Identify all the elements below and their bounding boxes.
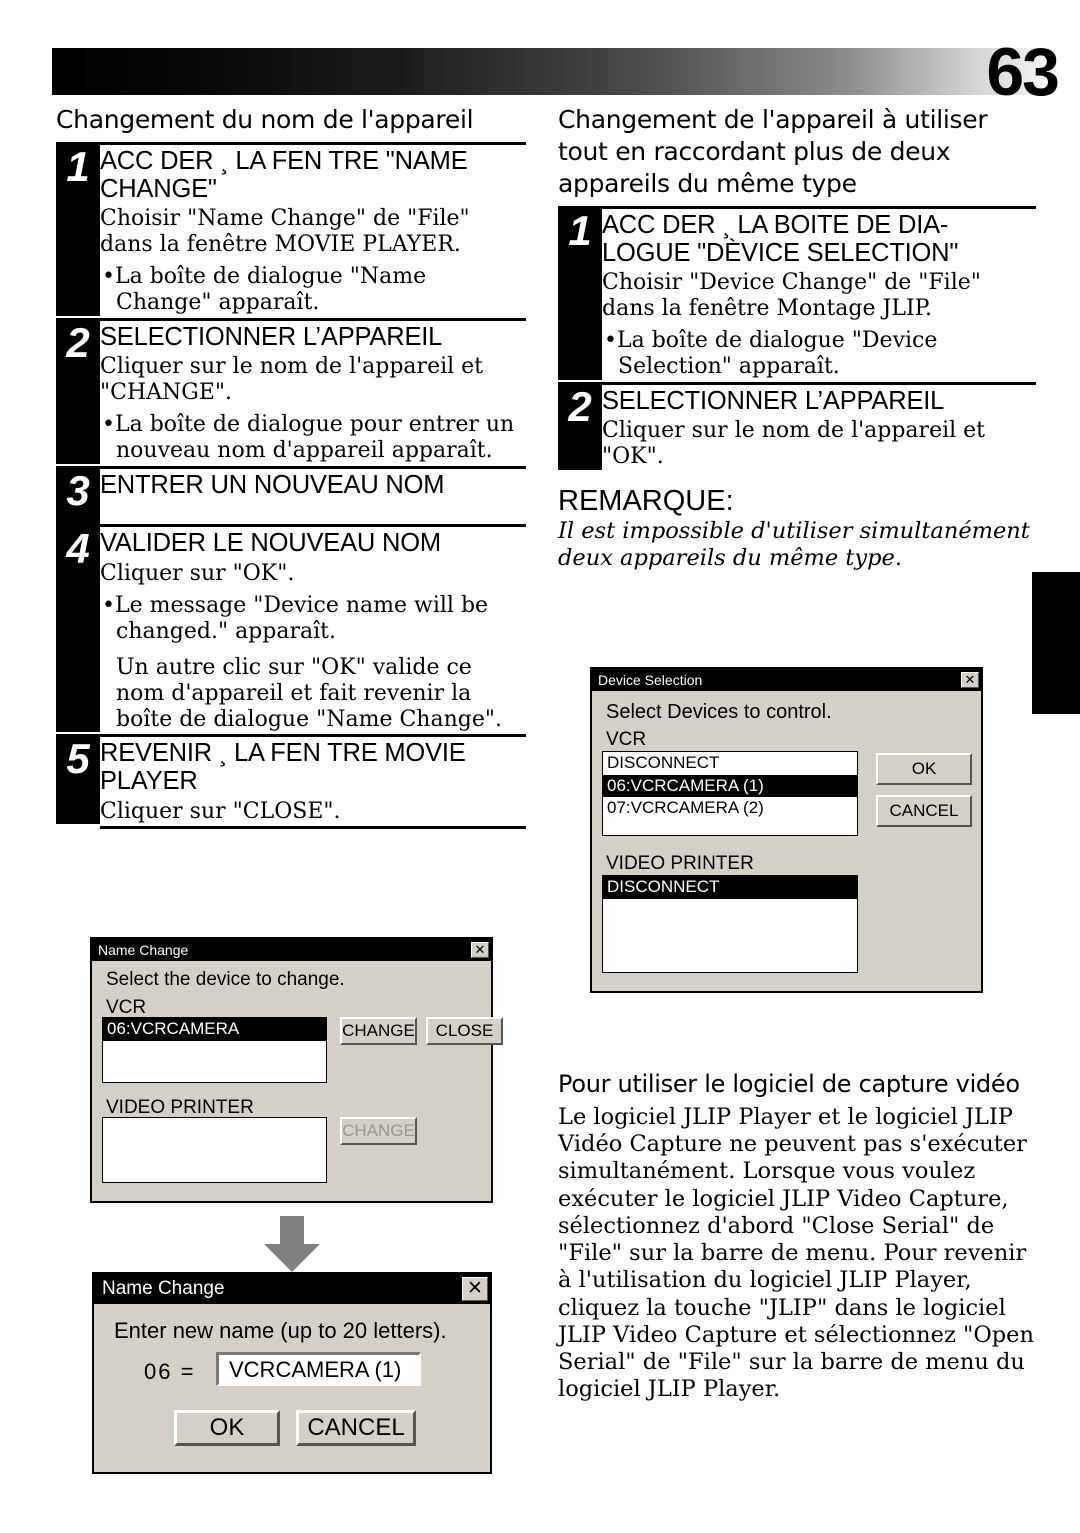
dialog-titlebar[interactable]: Device Selection ✕: [592, 669, 981, 691]
capture-text: Le logiciel JLIP Player et le logiciel J…: [558, 1104, 1034, 1403]
close-icon[interactable]: ✕: [961, 672, 979, 688]
ok-button[interactable]: OK: [174, 1410, 280, 1446]
step-text: Choisir "Name Change" de "File" dans la …: [100, 206, 470, 258]
change-button[interactable]: CHANGE: [340, 1017, 417, 1045]
step-2-right: 2 SELECTIONNER L’APPAREIL Cliquer sur le…: [558, 381, 1036, 471]
step-bullet: La boîte de dialogue "Device Selection" …: [602, 328, 1036, 380]
dialog-titlebar[interactable]: Name Change ✕: [94, 1274, 490, 1304]
dialog-prompt: Enter new name (up to 20 letters).: [114, 1318, 447, 1343]
name-change-dialog-select[interactable]: Name Change ✕ Select the device to chang…: [90, 937, 503, 1203]
step-number: 5: [66, 735, 90, 783]
list-item[interactable]: DISCONNECT: [603, 752, 857, 775]
remarque-title: REMARQUE:: [558, 485, 734, 518]
step-text: Cliquer sur le nom de l'appareil et "OK"…: [602, 418, 986, 470]
step-bullet: La boîte de dialogue pour entrer un nouv…: [100, 412, 526, 464]
step-1-right: 1 ACC DER ¸ LA BOITE DE DIA-LOGUE "DÈVIC…: [558, 206, 1036, 380]
page-number: 63: [986, 34, 1060, 110]
list-item[interactable]: 06:VCRCAMERA: [103, 1018, 326, 1041]
dialog-title: Name Change: [98, 942, 189, 958]
capture-title: Pour utiliser le logiciel de capture vid…: [558, 1070, 1020, 1098]
step-group-end-rule: [100, 826, 526, 830]
right-section-title: Changement de l'appareil à utiliser tout…: [558, 105, 988, 198]
step-number: 4: [66, 525, 90, 573]
ok-button[interactable]: OK: [876, 753, 972, 785]
capture-software-block: Pour utiliser le logiciel de capture vid…: [558, 1070, 1036, 1403]
step-note: Un autre clic sur "OK" valide ce nom d'a…: [116, 654, 502, 732]
vcr-listbox[interactable]: DISCONNECT 06:VCRCAMERA (1) 07:VCRCAMERA…: [602, 751, 858, 836]
name-change-dialog-entry[interactable]: Name Change ✕ Enter new name (up to 20 l…: [92, 1272, 492, 1474]
step-heading: VALIDER LE NOUVEAU NOM: [100, 529, 441, 558]
new-name-input[interactable]: VCRCAMERA (1): [216, 1352, 421, 1386]
step-heading: ENTRER UN NOUVEAU NOM: [100, 471, 445, 500]
header-gradient-bar: [52, 48, 1042, 95]
cancel-button[interactable]: CANCEL: [876, 795, 972, 827]
change-button-disabled: CHANGE: [340, 1117, 417, 1145]
step-text: Cliquer sur "CLOSE".: [100, 798, 341, 824]
dialog-prompt: Select Devices to control.: [606, 701, 832, 723]
video-printer-listbox[interactable]: DISCONNECT: [602, 875, 858, 973]
step-4-left: 4 VALIDER LE NOUVEAU NOM Cliquer sur "OK…: [56, 524, 526, 733]
step-number: 3: [66, 467, 90, 515]
device-selection-dialog[interactable]: Device Selection ✕ Select Devices to con…: [590, 667, 983, 993]
step-text: Choisir "Device Change" de "File" dans l…: [602, 270, 981, 322]
close-icon[interactable]: ✕: [471, 942, 489, 958]
dialog-prompt: Select the device to change.: [106, 969, 345, 990]
step-number: 1: [66, 143, 90, 190]
step-text: Cliquer sur le nom de l'appareil et "CHA…: [100, 354, 484, 406]
vcr-group-label: VCR: [606, 729, 647, 750]
step-number: 2: [66, 318, 90, 366]
step-text: Cliquer sur "OK".: [100, 560, 295, 586]
cancel-button[interactable]: CANCEL: [296, 1410, 416, 1446]
video-printer-listbox[interactable]: [102, 1117, 327, 1183]
dialog-titlebar[interactable]: Name Change ✕: [92, 939, 491, 961]
vcr-group-label: VCR: [106, 997, 147, 1018]
step-3-left: 3 ENTRER UN NOUVEAU NOM: [56, 466, 526, 525]
step-heading: SELECTIONNER L’APPAREIL: [602, 386, 945, 415]
step-2-left: 2 SELECTIONNER L’APPAREIL Cliquer sur le…: [56, 317, 526, 465]
close-icon[interactable]: ✕: [462, 1277, 488, 1301]
device-number-label: 06 =: [144, 1359, 196, 1384]
step-5-left: 5 REVENIR ¸ LA FEN TRE MOVIE PLAYER Cliq…: [56, 734, 526, 825]
left-column: Changement du nom de l'appareil 1 ACC DE…: [56, 104, 526, 830]
video-printer-group-label: VIDEO PRINTER: [606, 853, 754, 874]
step-1-left: 1 ACC DER ¸ LA FEN TRE "NAME CHANGE" Cho…: [56, 142, 526, 316]
step-bullet: Le message "Device name will be changed.…: [100, 593, 526, 645]
page-index-tab: [1032, 572, 1080, 714]
list-item[interactable]: 06:VCRCAMERA (1): [603, 774, 857, 798]
list-item[interactable]: 07:VCRCAMERA (2): [603, 797, 857, 820]
vcr-listbox[interactable]: 06:VCRCAMERA: [102, 1017, 327, 1083]
step-heading: REVENIR ¸ LA FEN TRE MOVIE PLAYER: [100, 739, 466, 795]
step-heading: ACC DER ¸ LA FEN TRE "NAME CHANGE": [100, 147, 468, 203]
left-section-title: Changement du nom de l'appareil: [56, 105, 474, 134]
step-heading: ACC DER ¸ LA BOITE DE DIA-LOGUE "DÈVICE …: [602, 211, 959, 267]
remarque-block: REMARQUE: Il est impossible d'utiliser s…: [558, 486, 1036, 571]
close-button[interactable]: CLOSE: [426, 1017, 503, 1045]
step-number: 1: [568, 207, 592, 254]
right-column: Changement de l'appareil à utiliser tout…: [558, 104, 1036, 572]
down-arrow-icon: [264, 1216, 320, 1272]
remarque-text: Il est impossible d'utiliser simultanéme…: [558, 517, 1030, 571]
step-number: 2: [568, 382, 592, 430]
video-printer-group-label: VIDEO PRINTER: [106, 1097, 254, 1118]
dialog-title: Name Change: [102, 1278, 225, 1299]
dialog-title: Device Selection: [598, 672, 703, 688]
step-heading: SELECTIONNER L’APPAREIL: [100, 322, 443, 351]
step-bullet: La boîte de dialogue "Name Change" appar…: [100, 264, 526, 316]
list-item[interactable]: DISCONNECT: [603, 876, 857, 899]
